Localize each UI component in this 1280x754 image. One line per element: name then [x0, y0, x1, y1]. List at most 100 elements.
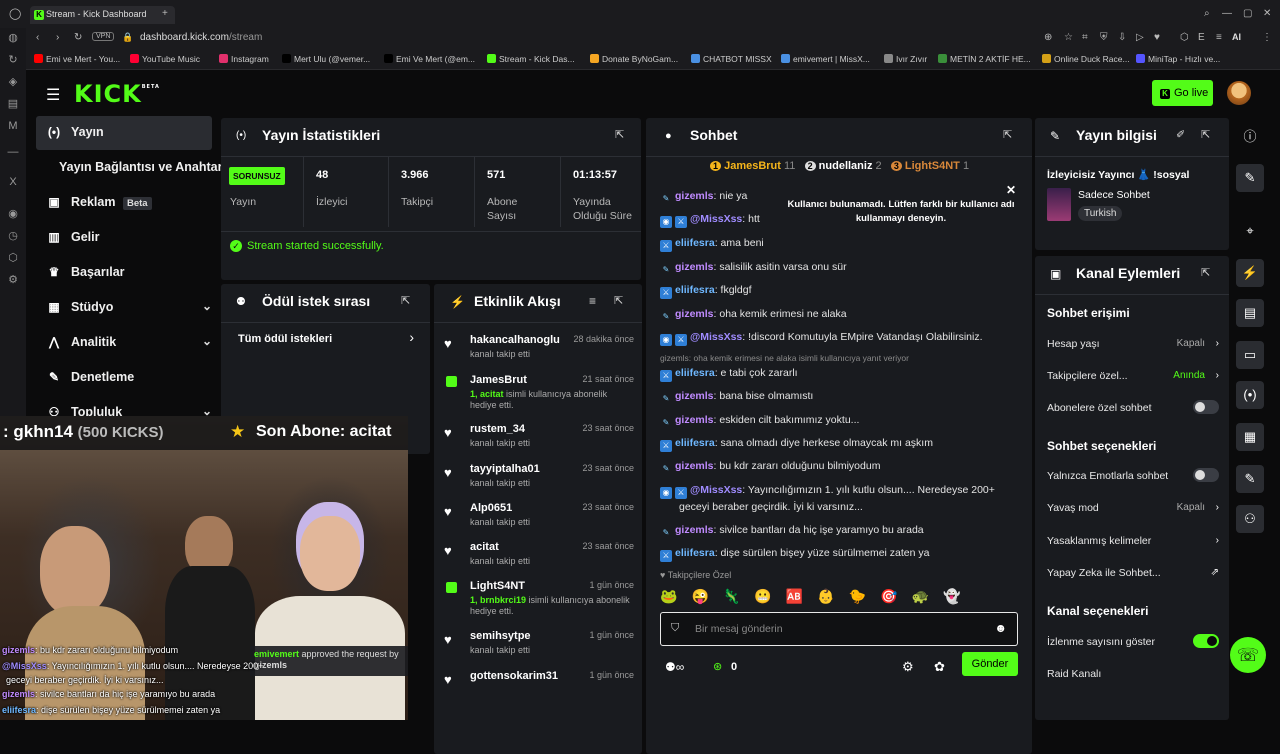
chat-bubble-icon[interactable]: ▭	[1236, 341, 1264, 369]
event-username[interactable]: gottensokarim31	[470, 670, 558, 682]
emote-icon[interactable]: 👶	[817, 588, 848, 604]
bookmark-item[interactable]: emivemert | MissX...	[781, 54, 870, 64]
broadcast-icon[interactable]: (•)	[1236, 381, 1264, 409]
bookmark-item[interactable]: CHATBOT MISSX	[691, 54, 772, 64]
chat-message[interactable]: ✎ gizemls: sivilce bantları da hiç işe ya…	[660, 524, 924, 539]
event-username[interactable]: JamesBrut	[470, 374, 527, 386]
activity-event[interactable]: ♥ rustem_34 23 saat önce kanalı takip etti	[444, 423, 634, 459]
download-icon[interactable]: ⇩	[1118, 32, 1126, 43]
focus-icon[interactable]: ⌖	[1236, 217, 1264, 245]
leader-1[interactable]: 1 JamesBrut 11	[710, 160, 795, 172]
bookmark-item[interactable]: Ivır Zıvır	[884, 54, 927, 64]
chat-username[interactable]: gizemls	[675, 390, 714, 402]
activity-event[interactable]: ♥ hakancalhanoglu 28 dakika önce kanalı tak…	[444, 334, 634, 370]
sidebar-item-basarilar[interactable]: ♛ Başarılar	[36, 256, 212, 290]
snapshot-icon[interactable]: ⌗	[1082, 32, 1088, 43]
emote-icon[interactable]: 🆎	[786, 588, 817, 604]
activity-event[interactable]: ♥ Alp0651 23 saat önce kanalı takip etti	[444, 502, 634, 538]
followers-only-setting[interactable]: Takipçilere özel... Anında ›	[1047, 370, 1219, 382]
activity-event[interactable]: ♥ acitat 23 saat önce kanalı takip etti	[444, 541, 634, 577]
expand-icon[interactable]: ⇱	[1003, 128, 1015, 141]
chat-message[interactable]: ✎ gizemls: nie ya	[660, 190, 748, 205]
points-icon[interactable]: ⊛	[713, 660, 722, 673]
emote-icon[interactable]: 🐸	[660, 588, 691, 604]
sidebar-item-yayin[interactable]: (•) Yayın	[36, 116, 212, 150]
ai-chat-setting[interactable]: Yapay Zeka ile Sohbet... ⇗	[1047, 567, 1219, 579]
leader-2[interactable]: 2 nudellaniz 2	[804, 160, 882, 172]
info-icon[interactable]: ⓘ	[1236, 123, 1264, 151]
category-name[interactable]: Sadece Sohbet	[1078, 189, 1150, 201]
chat-message[interactable]: ⚔ eliifesra: sana olmadı diye herkese olm…	[660, 437, 933, 452]
bookmark-item[interactable]: Mert Ulu (@vemer...	[282, 54, 370, 64]
user-avatar[interactable]	[1227, 81, 1251, 105]
bookmark-item[interactable]: Donate ByNoGam...	[590, 54, 678, 64]
expand-icon[interactable]: ⇱	[1201, 128, 1213, 141]
sidebar-item-stream-key[interactable]: Yayın Bağlantısı ve Anahtarı	[36, 151, 226, 185]
shield-icon[interactable]: ⛨	[1100, 32, 1108, 43]
search-icon[interactable]: ⌕	[1204, 8, 1210, 19]
sidebar-item-analitik[interactable]: ⋀ Analitik ⌄	[36, 326, 212, 360]
community-icon[interactable]: ⚇	[1236, 505, 1264, 533]
emote-icon[interactable]: 🐤	[849, 588, 880, 604]
chat-username[interactable]: gizemls	[675, 190, 714, 202]
bookmark-item[interactable]: Online Duck Race...	[1042, 54, 1130, 64]
sidebar-wallet-icon[interactable]: ▤	[7, 98, 19, 110]
minimize-icon[interactable]: —	[1222, 8, 1232, 19]
sidebar-item-denetleme[interactable]: ✎ Denetleme	[36, 361, 212, 395]
banned-words-setting[interactable]: Yasaklanmış kelimeler ›	[1047, 535, 1219, 547]
settings-gear-icon[interactable]: ⚙	[902, 659, 914, 675]
sidebar-m-icon[interactable]: M	[7, 120, 19, 132]
chat-message[interactable]: ⚔ eliifesra: dişe sürülen bişey yüze sürü…	[660, 547, 929, 562]
slow-mode-setting[interactable]: Yavaş mod Kapalı ›	[1047, 502, 1219, 514]
layout-icon[interactable]: ▦	[1236, 423, 1264, 451]
chat-message[interactable]: ◉ ⚔ @MissXss: Yayıncılığımızın 1. yılı kut…	[660, 484, 995, 499]
chat-message[interactable]: ◉ ⚔ @MissXss: htt	[660, 213, 760, 228]
chat-username[interactable]: @MissXss	[690, 484, 742, 496]
activity-event[interactable]: ♥ semihsytpe 1 gün önce kanalı takip etti	[444, 630, 634, 666]
bookmark-item[interactable]: Emi Ve Mert (@em...	[384, 54, 475, 64]
document-icon[interactable]: ▤	[1236, 299, 1264, 327]
chat-username[interactable]: gizemls	[675, 524, 714, 536]
sidebar-chat-icon[interactable]: ◍	[7, 32, 19, 44]
event-username[interactable]: semihsytpe	[470, 630, 531, 642]
emote-icon[interactable]: 😬	[754, 588, 785, 604]
support-chat-icon[interactable]: ☏	[1230, 637, 1266, 673]
leader-3[interactable]: 3 LightS4NT 1	[890, 160, 969, 172]
sidebar-item-studyo[interactable]: ▦ Stüdyo ⌄	[36, 291, 212, 325]
chat-message[interactable]: ✎ gizemls: salisilik asitin varsa onu sür	[660, 261, 847, 276]
opera-logo-icon[interactable]: ◯	[9, 7, 21, 20]
raid-channel-setting[interactable]: Raid Kanalı	[1047, 668, 1219, 680]
event-username[interactable]: tayyiptalha01	[470, 463, 540, 475]
emote-bar[interactable]: 🐸😜🦎😬🆎👶🐤🎯🐢👻	[660, 588, 1016, 610]
lock-icon[interactable]: 🔒	[122, 32, 133, 43]
chat-message[interactable]: ✎ gizemls: eskiden cilt bakımımız yoktu..…	[660, 414, 860, 429]
show-views-setting[interactable]: İzlenme sayısını göster	[1047, 634, 1219, 648]
sidebar-bag-icon[interactable]: ◈	[7, 76, 19, 88]
chat-username[interactable]: gizemls	[675, 460, 714, 472]
close-toast-icon[interactable]: ✕	[1006, 183, 1016, 197]
event-username[interactable]: Alp0651	[470, 502, 512, 514]
ai-button[interactable]: AI	[1232, 32, 1241, 42]
edit-pencil-icon[interactable]: ✎	[1236, 164, 1264, 192]
chat-username[interactable]: eliifesra	[675, 437, 715, 449]
chat-username[interactable]: gizemls	[675, 308, 714, 320]
chat-message[interactable]: geceyi beraber geçirdik. İyi ki varsınız…	[679, 501, 863, 513]
chatters-icon[interactable]: ⚉∞	[665, 660, 684, 674]
heart-icon[interactable]: ♥	[1154, 32, 1160, 43]
sidebar-cube-icon[interactable]: ⬡	[7, 252, 19, 264]
expand-icon[interactable]: ⇱	[401, 294, 413, 307]
sidebar-clock-icon[interactable]: ◷	[7, 230, 19, 242]
emoji-icon[interactable]: ☻	[994, 621, 1007, 635]
chat-username[interactable]: gizemls	[675, 261, 714, 273]
emote-only-toggle[interactable]	[1193, 468, 1219, 482]
zoom-icon[interactable]: ⊕	[1044, 32, 1052, 43]
emote-only-setting[interactable]: Yalnızca Emotlarla sohbet	[1047, 468, 1219, 482]
more-icon[interactable]: ⋮	[1262, 32, 1272, 43]
close-window-icon[interactable]: ✕	[1263, 8, 1271, 19]
expand-icon[interactable]: ⇱	[614, 294, 626, 307]
account-age-setting[interactable]: Hesap yaşı Kapalı ›	[1047, 338, 1219, 350]
bookmark-item[interactable]: Instagram	[219, 54, 269, 64]
subs-only-toggle[interactable]	[1193, 400, 1219, 414]
go-live-button[interactable]: K Go live	[1152, 80, 1213, 106]
chat-message[interactable]: ✎ gizemls: bana bise olmamıstı	[660, 390, 814, 405]
